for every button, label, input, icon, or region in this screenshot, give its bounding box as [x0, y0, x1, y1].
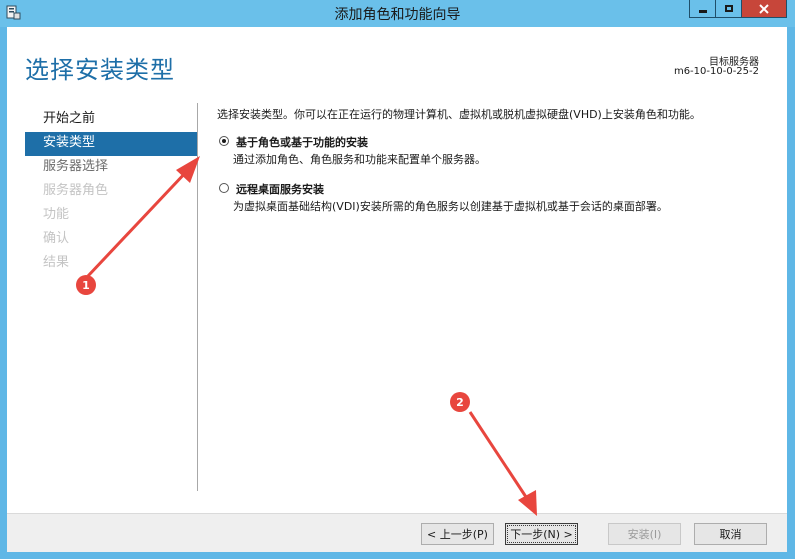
wizard-client-area: 选择安装类型 目标服务器 m6-10-10-0-25-2 开始之前 安装类型 服…	[7, 27, 787, 552]
radio-role-based[interactable]	[219, 136, 229, 146]
nav-item-results: 结果	[43, 255, 70, 270]
maximize-button[interactable]	[715, 0, 741, 18]
target-server-name: m6-10-10-0-25-2	[673, 66, 759, 77]
close-button[interactable]	[741, 0, 787, 18]
option-role-based-description: 通过添加角色、角色服务和功能来配置单个服务器。	[233, 153, 486, 166]
annotation-badge-2: 2	[450, 392, 470, 412]
previous-button[interactable]: < 上一步(P)	[421, 523, 494, 545]
nav-item-confirmation: 确认	[43, 231, 70, 246]
nav-item-before-you-begin[interactable]: 开始之前	[25, 108, 197, 132]
window-title: 添加角色和功能向导	[334, 7, 461, 23]
maximize-icon	[724, 5, 733, 12]
annotation-badge-1: 1	[76, 275, 96, 295]
radio-remote-desktop[interactable]	[219, 183, 229, 193]
option-remote-desktop-description: 为虚拟桌面基础结构(VDI)安装所需的角色服务以创建基于虚拟机或基于会话的桌面部…	[233, 200, 668, 213]
option-remote-desktop-title[interactable]: 远程桌面服务安装	[236, 181, 324, 197]
wizard-footer: < 上一步(P) 下一步(N) > 安装(I) 取消	[7, 513, 787, 552]
nav-item-installation-type[interactable]: 安装类型	[25, 132, 197, 156]
next-button[interactable]: 下一步(N) >	[505, 523, 578, 545]
install-button: 安装(I)	[608, 523, 681, 545]
minimize-icon	[698, 10, 707, 13]
title-bar[interactable]: 添加角色和功能向导	[0, 0, 795, 27]
intro-text: 选择安装类型。你可以在正在运行的物理计算机、虚拟机或脱机虚拟硬盘(VHD)上安装…	[217, 108, 701, 121]
close-icon	[759, 3, 769, 14]
nav-divider	[197, 103, 198, 491]
option-role-based-title[interactable]: 基于角色或基于功能的安装	[236, 134, 368, 150]
nav-item-server-roles: 服务器角色	[43, 183, 109, 198]
cancel-button[interactable]: 取消	[694, 523, 767, 545]
nav-item-server-selection[interactable]: 服务器选择	[25, 156, 197, 180]
nav-item-features: 功能	[43, 207, 70, 222]
minimize-button[interactable]	[689, 0, 715, 18]
wizard-steps-nav: 开始之前 安装类型 服务器选择 服务器角色 功能 确认 结果	[25, 108, 197, 276]
page-title: 选择安装类型	[25, 56, 175, 84]
